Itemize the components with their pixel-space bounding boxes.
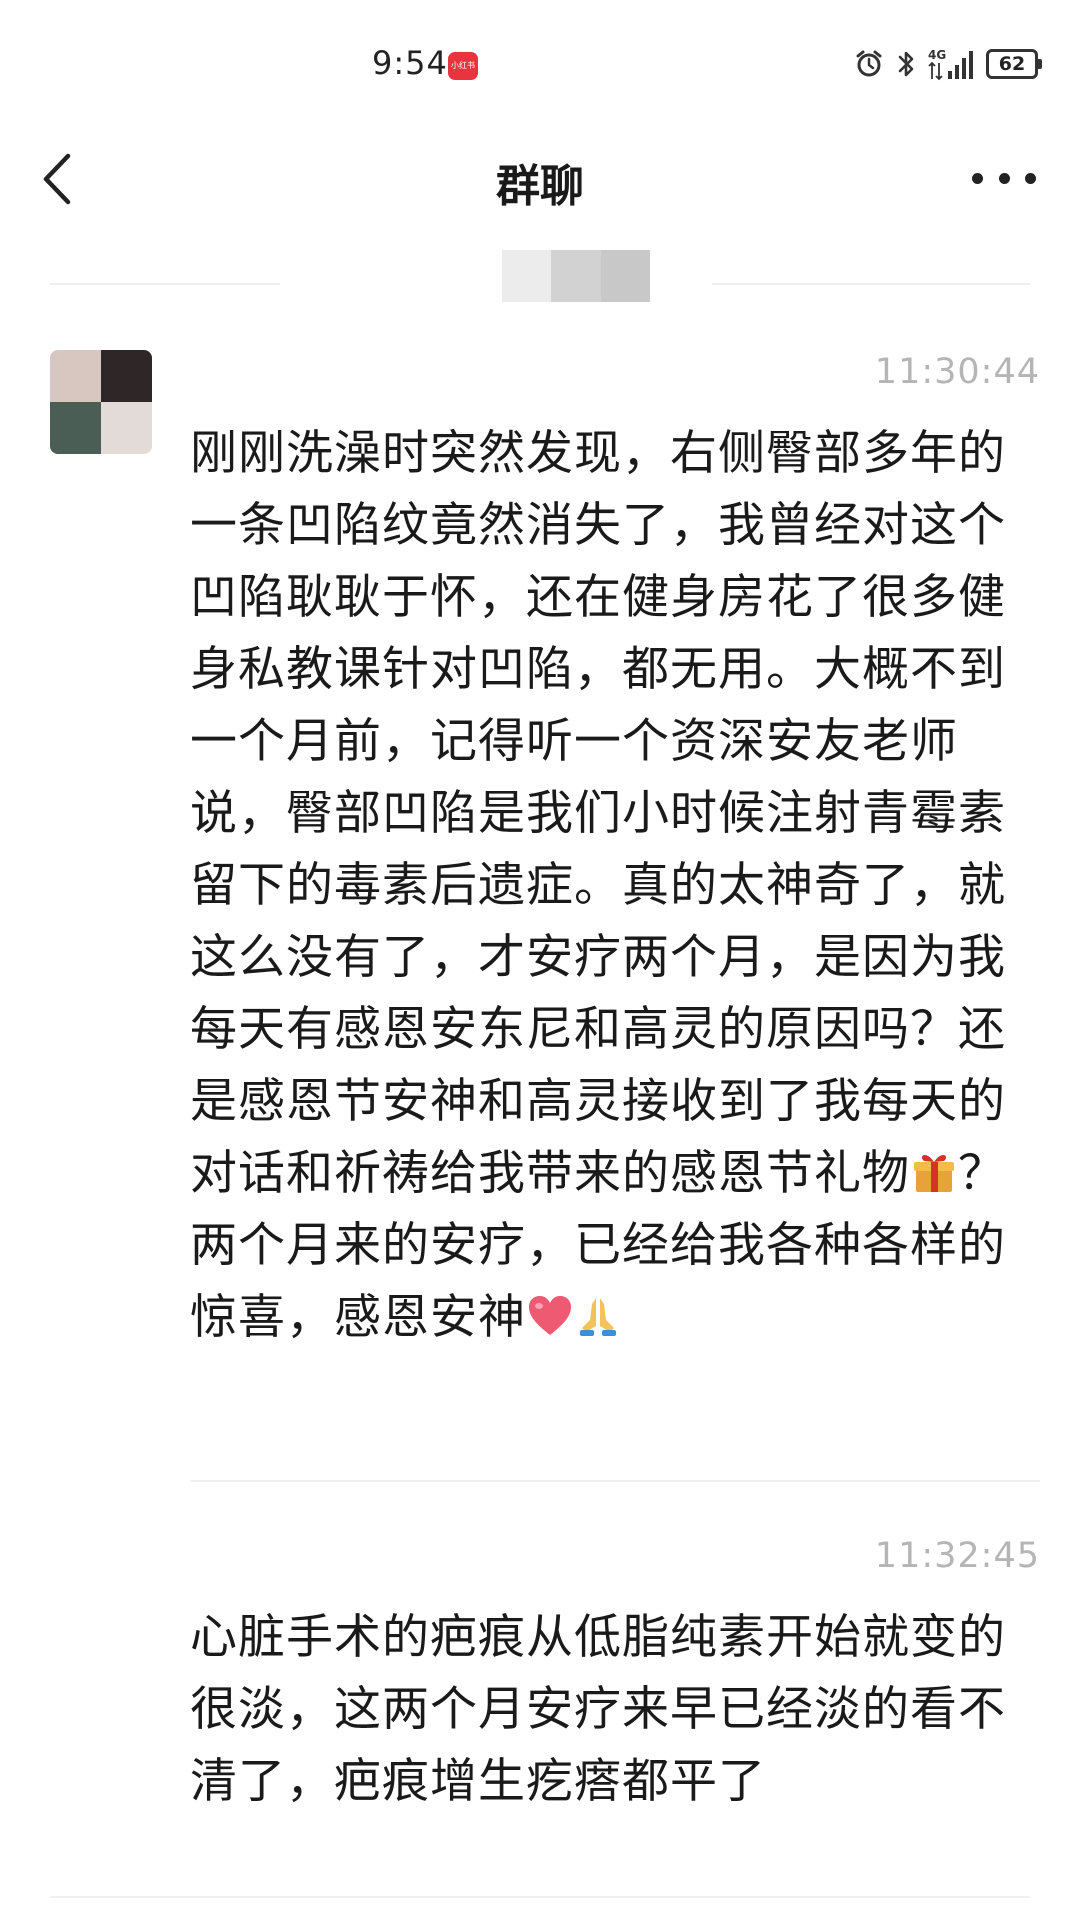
battery-indicator: 62 — [986, 49, 1042, 79]
heart-emoji-icon — [529, 1296, 571, 1335]
message-timestamp: 11:32:45 — [874, 1536, 1040, 1576]
signal-icon: 4G — [928, 48, 973, 81]
alarm-icon — [856, 50, 882, 77]
message-item: 11:30:44 刚刚洗澡时突然发现，右侧臀部多年的一条凹陷纹竟然消失了，我曾经… — [190, 352, 1040, 1354]
status-time: 9:54 — [372, 44, 448, 82]
bluetooth-icon — [898, 51, 914, 77]
message-divider — [190, 1480, 1040, 1482]
avatar[interactable] — [50, 350, 152, 454]
status-icons: 4G 62 — [854, 46, 1042, 82]
message-item: 11:32:45 心脏手术的疤痕从低脂纯素开始就变的很淡，这两个月安疗来早已经淡… — [190, 1536, 1040, 1818]
more-dots-icon — [972, 172, 983, 184]
header-divider-right — [712, 283, 1030, 285]
message-divider — [50, 1896, 1030, 1898]
page-title: 群聊 — [496, 161, 584, 212]
app-notification-badge: 小红书 — [448, 52, 478, 80]
praying-hands-emoji-icon — [580, 1298, 616, 1336]
message-text: 心脏手术的疤痕从低脂纯素开始就变的很淡，这两个月安疗来早已经淡的看不清了，疤痕增… — [190, 1610, 1006, 1809]
obscured-label — [502, 250, 650, 302]
more-options-button[interactable] — [972, 160, 1036, 196]
message-text: 刚刚洗澡时突然发现，右侧臀部多年的一条凹陷纹竟然消失了，我曾经对这个凹陷耿耿于怀… — [190, 426, 1006, 1345]
header-divider-left — [50, 283, 280, 285]
network-type-label: 4G — [928, 48, 946, 62]
gift-emoji-icon — [914, 1154, 954, 1192]
message-timestamp: 11:30:44 — [874, 352, 1040, 392]
status-bar: 9:54 小红书 4G 62 — [0, 0, 1080, 120]
